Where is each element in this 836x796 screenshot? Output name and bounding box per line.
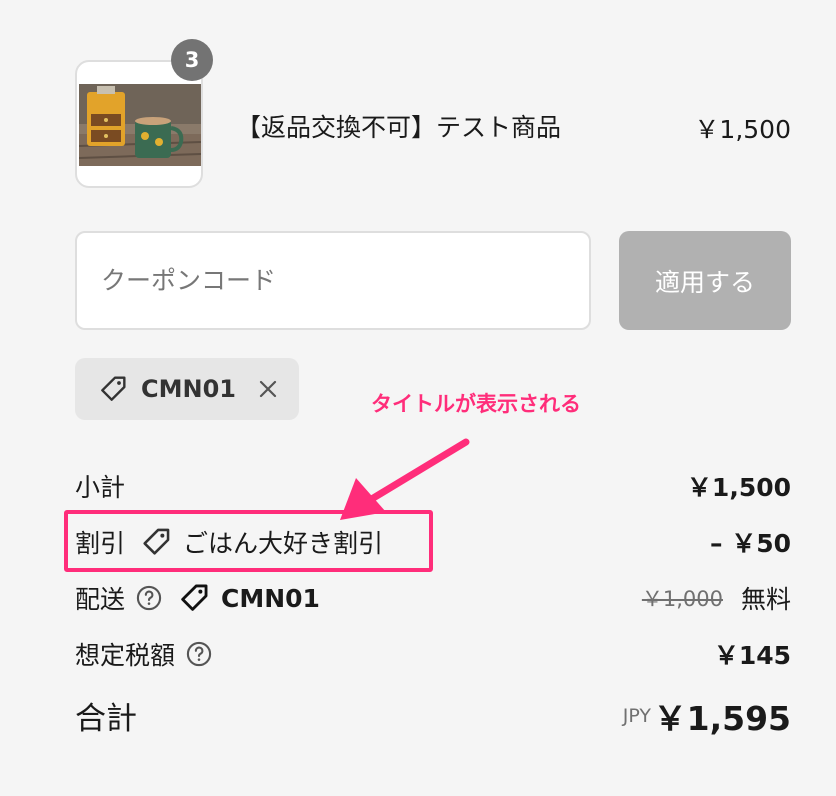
coupon-code-input[interactable] [75,231,591,330]
shipping-label: 配送 [75,585,126,614]
shipping-coupon-code: CMN01 [221,583,320,613]
shipping-row: 配送 CMN01 ￥1,000 無料 [75,576,791,616]
help-icon[interactable] [135,584,163,612]
product-price: ￥1,500 [694,115,791,144]
subtotal-value: ￥1,500 [686,473,791,502]
product-image [79,84,201,166]
subtotal-label: 小計 [75,473,126,502]
help-icon[interactable] [185,640,213,668]
quantity-badge: 3 [171,39,213,81]
discount-value: – ￥50 [710,529,791,558]
total-value: ￥1,595 [653,699,791,738]
tax-value: ￥145 [713,641,791,670]
tax-row: 想定税額 ￥145 [75,632,791,672]
close-icon[interactable] [256,377,280,401]
discount-row: 割引 ごはん大好き割引 – ￥50 [75,520,791,560]
tag-icon [181,584,208,611]
subtotal-row: 小計 ￥1,500 [75,464,791,504]
apply-coupon-button[interactable]: 適用する [619,231,791,330]
discount-label: 割引 [75,529,126,558]
applied-coupon-chip: CMN01 [75,358,299,420]
shipping-original-price: ￥1,000 [641,587,723,611]
tag-icon [101,376,126,401]
applied-coupon-code: CMN01 [141,375,236,403]
tag-icon [143,528,170,555]
shipping-value: 無料 [740,585,791,614]
tax-label: 想定税額 [75,641,176,670]
discount-title: ごはん大好き割引 [183,529,384,558]
annotation-label: タイトルが表示される [371,392,581,416]
total-currency: JPY [622,705,651,727]
total-label: 合計 [75,701,137,737]
product-title: 【返品交換不可】テスト商品 [236,113,562,142]
